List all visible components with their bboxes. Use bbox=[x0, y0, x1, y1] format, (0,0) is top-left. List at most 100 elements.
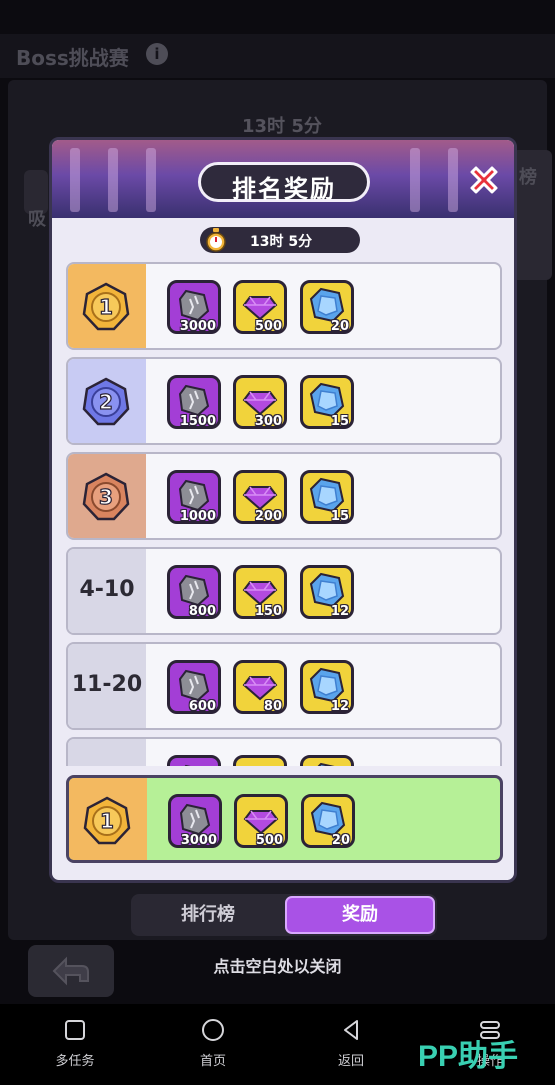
reward-quantity: 15 bbox=[330, 509, 349, 524]
rank-range-label: 11-20 bbox=[71, 672, 143, 697]
reward-quantity: 12 bbox=[330, 699, 349, 714]
background-side-label-left: 吸 bbox=[28, 209, 46, 230]
stone-reward[interactable]: 600 bbox=[167, 660, 221, 714]
close-button[interactable] bbox=[464, 160, 504, 200]
tab-bar: 排行榜 奖励 bbox=[131, 894, 437, 936]
background-timer: 13时 5分 bbox=[242, 116, 322, 137]
rank-cell: 11-20 bbox=[68, 644, 146, 728]
purple-gem-icon bbox=[243, 810, 279, 835]
reward-quantity: 15 bbox=[330, 414, 349, 429]
stone-reward[interactable] bbox=[167, 755, 221, 766]
crystal-reward[interactable]: 12 bbox=[300, 565, 354, 619]
nav-back[interactable]: 返回 bbox=[311, 1018, 391, 1078]
gem-reward[interactable]: 200 bbox=[233, 470, 287, 524]
circle-icon bbox=[202, 1019, 224, 1041]
enhance-stone-icon bbox=[178, 479, 210, 512]
nav-multitask[interactable]: 多任务 bbox=[35, 1018, 115, 1078]
reward-quantity: 20 bbox=[331, 833, 350, 848]
crystal-reward[interactable]: 20 bbox=[300, 280, 354, 334]
gem-reward[interactable] bbox=[233, 755, 287, 766]
stopwatch-icon bbox=[206, 228, 226, 252]
rank-number: 3 bbox=[99, 485, 113, 509]
tab-leaderboard[interactable]: 排行榜 bbox=[133, 896, 283, 934]
crystal-reward[interactable]: 12 bbox=[300, 660, 354, 714]
rank-range-label: 4-10 bbox=[79, 577, 135, 602]
reward-quantity: 150 bbox=[254, 604, 282, 619]
rank-cell: 4-10 bbox=[68, 549, 146, 633]
crystal-reward[interactable]: 15 bbox=[300, 470, 354, 524]
background-title: Boss挑战赛 bbox=[16, 46, 129, 70]
reward-quantity: 200 bbox=[254, 509, 282, 524]
enhance-stone-icon bbox=[178, 574, 210, 607]
reward-quantity: 1500 bbox=[179, 414, 216, 429]
nav-multitask-label: 多任务 bbox=[55, 1054, 95, 1069]
watermark: PP助手 bbox=[418, 1040, 519, 1073]
blue-crystal-icon bbox=[309, 667, 345, 703]
gold-medal-icon: 1 bbox=[83, 796, 131, 845]
modal-title: 排名奖励 bbox=[232, 175, 336, 203]
bronze-medal-icon: 3 bbox=[82, 472, 130, 521]
gem-reward[interactable]: 300 bbox=[233, 375, 287, 429]
reward-row: 3 1000 200 15 bbox=[66, 452, 502, 540]
enhance-stone-icon bbox=[179, 803, 211, 836]
purple-gem-icon bbox=[242, 296, 278, 321]
stone-reward[interactable]: 1000 bbox=[167, 470, 221, 524]
rank-number: 2 bbox=[99, 390, 113, 414]
my-reward-row: 1 3000 500 20 bbox=[66, 775, 503, 863]
reward-quantity: 3000 bbox=[179, 319, 216, 334]
purple-gem-icon bbox=[242, 762, 278, 766]
stone-reward[interactable]: 3000 bbox=[168, 794, 222, 848]
rank-cell bbox=[68, 739, 146, 766]
enhance-stone-icon bbox=[178, 669, 210, 702]
gem-reward[interactable]: 500 bbox=[234, 794, 288, 848]
rank-number: 1 bbox=[99, 295, 113, 319]
enhance-stone-icon bbox=[178, 289, 210, 322]
blue-crystal-icon bbox=[309, 572, 345, 608]
blue-crystal-icon bbox=[309, 287, 345, 323]
gem-reward[interactable]: 150 bbox=[233, 565, 287, 619]
reward-row: 2 1500 300 15 bbox=[66, 357, 502, 445]
blue-crystal-icon bbox=[309, 382, 345, 418]
stone-reward[interactable]: 800 bbox=[167, 565, 221, 619]
reward-quantity: 300 bbox=[254, 414, 282, 429]
reward-row: 11-20 600 80 12 bbox=[66, 642, 502, 730]
rank-cell: 3 bbox=[68, 454, 146, 538]
gem-reward[interactable]: 80 bbox=[233, 660, 287, 714]
stone-reward[interactable]: 1500 bbox=[167, 375, 221, 429]
purple-gem-icon bbox=[242, 581, 278, 606]
reward-row bbox=[66, 737, 502, 766]
gem-reward[interactable]: 500 bbox=[233, 280, 287, 334]
countdown-text: 13时 5分 bbox=[250, 234, 313, 250]
crystal-reward[interactable] bbox=[300, 755, 354, 766]
rank-rewards-modal: 排名奖励 13时 5分 1 3000 500 20 2 1500 300 15 3 1000 200… bbox=[49, 137, 517, 883]
countdown-timer: 13时 5分 bbox=[200, 227, 360, 253]
crystal-reward[interactable]: 15 bbox=[300, 375, 354, 429]
stone-reward[interactable]: 3000 bbox=[167, 280, 221, 334]
modal-banner: 排名奖励 bbox=[52, 140, 514, 218]
reward-rows-list[interactable]: 1 3000 500 20 2 1500 300 15 3 1000 200 15 4-10 800 150… bbox=[66, 262, 503, 766]
nav-home[interactable]: 首页 bbox=[173, 1018, 253, 1078]
info-icon: i bbox=[146, 43, 168, 65]
blue-crystal-icon bbox=[317, 762, 335, 766]
square-icon bbox=[65, 1020, 85, 1040]
blue-crystal-icon bbox=[310, 801, 346, 837]
rank-cell: 1 bbox=[68, 264, 146, 348]
purple-gem-icon bbox=[242, 391, 278, 416]
tab-rewards[interactable]: 奖励 bbox=[285, 896, 435, 934]
reward-quantity: 3000 bbox=[180, 833, 217, 848]
crystal-reward[interactable]: 20 bbox=[301, 794, 355, 848]
nav-home-label: 首页 bbox=[199, 1054, 226, 1069]
reward-row: 1 3000 500 20 bbox=[66, 262, 502, 350]
reward-quantity: 12 bbox=[330, 604, 349, 619]
enhance-stone-icon bbox=[178, 384, 210, 417]
reward-quantity: 1000 bbox=[179, 509, 216, 524]
close-x-icon bbox=[470, 166, 498, 194]
purple-gem-icon bbox=[242, 676, 278, 701]
blue-crystal-icon bbox=[309, 477, 345, 513]
reward-quantity: 20 bbox=[330, 319, 349, 334]
reward-quantity: 600 bbox=[188, 699, 216, 714]
purple-gem-icon bbox=[242, 486, 278, 511]
background-side-label-right: 榜 bbox=[519, 167, 537, 188]
reward-quantity: 800 bbox=[188, 604, 216, 619]
nav-back-label: 返回 bbox=[337, 1054, 364, 1069]
